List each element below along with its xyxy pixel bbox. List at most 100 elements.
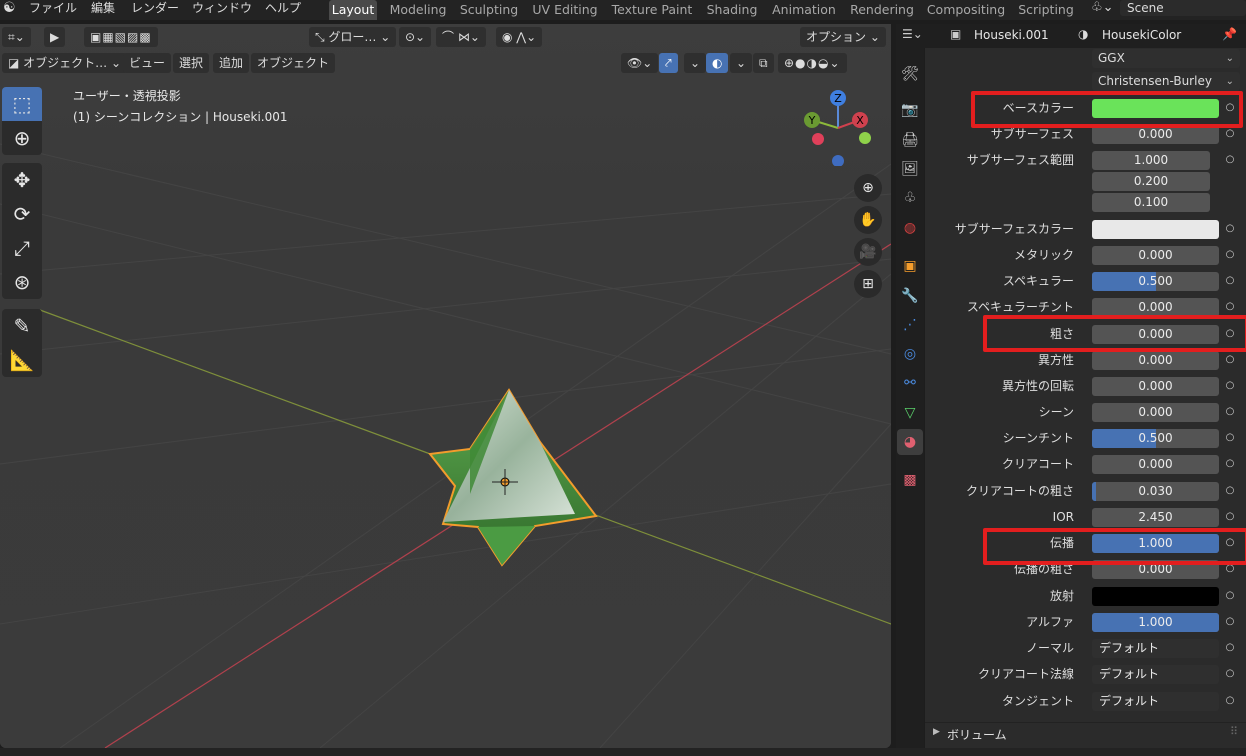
slider-field[interactable]: 0.500	[1092, 272, 1219, 291]
tab-layout[interactable]: Layout	[329, 0, 377, 20]
socket-link-icon[interactable]: ○	[1223, 222, 1237, 236]
distribution-dropdown[interactable]: GGX ⌄	[1092, 49, 1240, 68]
object-mode-dropdown[interactable]: ◪ オブジェクト… ⌄	[2, 53, 128, 73]
slider-field[interactable]: 0.000	[1092, 246, 1219, 265]
pin-icon[interactable]: 📌	[1222, 27, 1237, 41]
volume-panel-header[interactable]: ▶ ボリューム ⠿	[925, 722, 1246, 746]
tab-shading[interactable]: Shading	[703, 0, 761, 20]
socket-link-icon[interactable]: ○	[1223, 101, 1237, 115]
tab-sculpting[interactable]: Sculpting	[458, 0, 520, 20]
socket-link-icon[interactable]: ○	[1223, 589, 1237, 603]
slider-field[interactable]: 2.450	[1092, 508, 1219, 527]
xray-icon[interactable]: ⧉	[753, 53, 774, 73]
socket-link-icon[interactable]: ○	[1223, 615, 1237, 629]
navigation-gizmo[interactable]: Z Y X	[798, 86, 878, 166]
menu-window[interactable]: ウィンドウ	[192, 0, 252, 20]
visibility-icon[interactable]: 👁⌄	[621, 53, 659, 73]
particles-icon[interactable]: ⋰	[897, 312, 923, 338]
zoom-icon[interactable]: ⊕	[854, 174, 882, 202]
world-properties-icon[interactable]: ◍	[897, 215, 923, 241]
cursor-tool-icon[interactable]: ⊕	[2, 121, 42, 155]
slider-field[interactable]: 1.000	[1092, 534, 1219, 553]
menu-select[interactable]: 選択	[173, 53, 210, 73]
object-name[interactable]: Houseki.001	[974, 28, 1049, 42]
tab-texture-paint[interactable]: Texture Paint	[610, 0, 694, 20]
scene-name-field[interactable]: Scene	[1120, 0, 1246, 16]
scene-selector-icon[interactable]: ♧⌄	[1091, 0, 1114, 20]
overlay-toggle-icon[interactable]: ◐	[706, 53, 729, 73]
scale-tool-icon[interactable]: ⤢	[2, 231, 42, 265]
3d-viewport[interactable]: ⌗⌄ ▶ ▣▦▧▨▩ ⤡ グロー… ⌄ ⊙⌄ ⌒ ⋈⌄ ◉ ⋀⌄ オプション ⌄…	[0, 24, 891, 748]
scene-properties-icon[interactable]: ♧	[897, 185, 923, 211]
pan-hand-icon[interactable]: ✋	[854, 206, 882, 234]
annotate-tool-icon[interactable]: ✎	[2, 309, 42, 343]
output-properties-icon[interactable]: 🖨	[897, 127, 923, 153]
socket-link-icon[interactable]: ○	[1223, 379, 1237, 393]
tab-animation[interactable]: Animation	[770, 0, 838, 20]
socket-link-icon[interactable]: ○	[1223, 327, 1237, 341]
menu-edit[interactable]: 編集	[91, 0, 115, 20]
select-tool-cursor-icon[interactable]: ▶	[44, 27, 66, 47]
shading-mode-icons[interactable]: ⊕●◑◒⌄	[778, 53, 847, 73]
slider-field[interactable]: 0.000	[1092, 377, 1219, 396]
material-name[interactable]: HousekiColor	[1102, 28, 1181, 42]
vector-component-field[interactable]: 0.200	[1092, 172, 1210, 191]
tab-modeling[interactable]: Modeling	[387, 0, 449, 20]
menu-add[interactable]: 追加	[213, 53, 250, 73]
view-layer-icon[interactable]: 🖼	[897, 156, 923, 182]
physics-icon[interactable]: ◎	[897, 341, 923, 367]
menu-object[interactable]: オブジェクト	[251, 53, 336, 73]
properties-editor-icon[interactable]: ☰⌄	[902, 27, 923, 41]
options-dropdown[interactable]: オプション ⌄	[800, 27, 886, 47]
gizmo-dropdown-icon[interactable]: ⌄	[684, 53, 707, 73]
socket-link-icon[interactable]: ○	[1223, 484, 1237, 498]
menu-file[interactable]: ファイル	[29, 0, 77, 20]
transform-tool-icon[interactable]: ⊛	[2, 265, 42, 299]
slider-field[interactable]: 0.000	[1092, 298, 1219, 317]
socket-link-icon[interactable]: ○	[1223, 641, 1237, 655]
pivot-point-icon[interactable]: ⊙⌄	[399, 27, 432, 47]
menu-view[interactable]: ビュー	[123, 53, 172, 73]
transform-orientation-dropdown[interactable]: ⤡ グロー… ⌄	[309, 27, 397, 47]
ortho-grid-icon[interactable]: ⊞	[854, 270, 882, 298]
input-dropdown-field[interactable]: デフォルト	[1092, 639, 1219, 658]
input-dropdown-field[interactable]: デフォルト	[1092, 665, 1219, 684]
socket-link-icon[interactable]: ○	[1223, 431, 1237, 445]
slider-field[interactable]: 0.000	[1092, 403, 1219, 422]
slider-field[interactable]: 0.500	[1092, 429, 1219, 448]
slider-field[interactable]: 0.000	[1092, 351, 1219, 370]
tab-uv-editing[interactable]: UV Editing	[530, 0, 600, 20]
socket-link-icon[interactable]: ○	[1223, 248, 1237, 262]
socket-link-icon[interactable]: ○	[1223, 153, 1237, 167]
socket-link-icon[interactable]: ○	[1223, 667, 1237, 681]
blender-logo-icon[interactable]: ☯	[3, 0, 16, 20]
slider-field[interactable]: 0.000	[1092, 125, 1219, 144]
rotate-tool-icon[interactable]: ⟳	[2, 197, 42, 231]
input-dropdown-field[interactable]: デフォルト	[1092, 692, 1219, 711]
drag-handle-icon[interactable]: ⠿	[1230, 725, 1238, 738]
data-properties-icon[interactable]: ▽	[897, 400, 923, 426]
subsurface-method-dropdown[interactable]: Christensen-Burley ⌄	[1092, 72, 1240, 91]
texture-properties-icon[interactable]: ▩	[897, 467, 923, 493]
tab-rendering[interactable]: Rendering	[848, 0, 916, 20]
selection-mode-icons[interactable]: ▣▦▧▨▩	[84, 27, 158, 47]
color-swatch[interactable]	[1092, 99, 1219, 118]
socket-link-icon[interactable]: ○	[1223, 562, 1237, 576]
tab-scripting[interactable]: Scripting	[1015, 0, 1077, 20]
socket-link-icon[interactable]: ○	[1223, 457, 1237, 471]
color-swatch[interactable]	[1092, 220, 1219, 239]
socket-link-icon[interactable]: ○	[1223, 300, 1237, 314]
tool-settings-icon[interactable]: 🛠	[897, 61, 923, 87]
material-properties-icon[interactable]: ◕	[897, 429, 923, 455]
proportional-edit-icon[interactable]: ◉ ⋀⌄	[496, 27, 543, 47]
socket-link-icon[interactable]: ○	[1223, 405, 1237, 419]
select-box-tool-icon[interactable]: ⬚	[2, 87, 42, 121]
vector-component-field[interactable]: 1.000	[1092, 151, 1210, 170]
socket-link-icon[interactable]: ○	[1223, 694, 1237, 708]
menu-render[interactable]: レンダー	[131, 0, 179, 20]
constraints-icon[interactable]: ⚯	[897, 370, 923, 396]
snap-icon[interactable]: ⌒ ⋈⌄	[436, 27, 486, 47]
socket-link-icon[interactable]: ○	[1223, 127, 1237, 141]
socket-link-icon[interactable]: ○	[1223, 353, 1237, 367]
tab-compositing[interactable]: Compositing	[926, 0, 1006, 20]
